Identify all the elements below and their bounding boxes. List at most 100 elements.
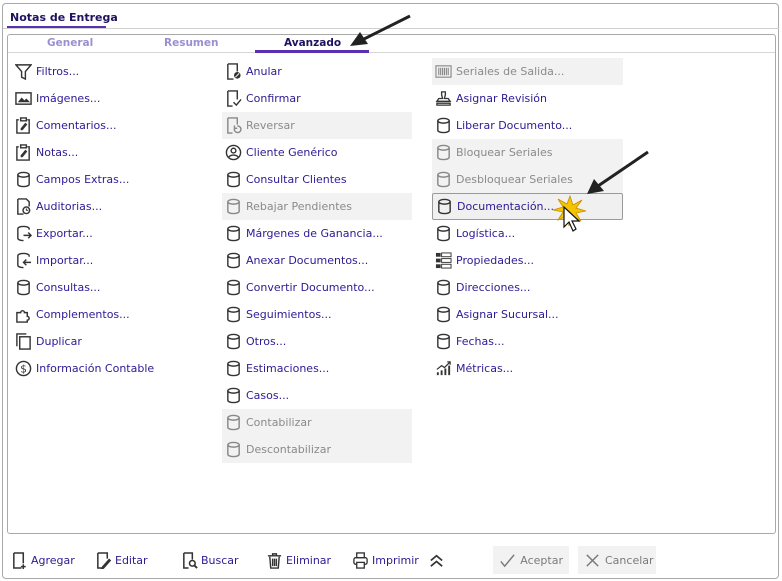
menu-item-logística[interactable]: Logística... bbox=[432, 220, 623, 247]
database-icon bbox=[14, 279, 32, 297]
menu-item-exportar[interactable]: Exportar... bbox=[12, 220, 202, 247]
collapse-toolbar-button[interactable] bbox=[427, 547, 448, 573]
window-title: Notas de Entrega bbox=[10, 11, 118, 24]
menu-item-liberar-documento[interactable]: Liberar Documento... bbox=[432, 112, 623, 139]
menu-item-comentarios[interactable]: Comentarios... bbox=[12, 112, 202, 139]
tab-avanzado[interactable]: Avanzado bbox=[284, 37, 341, 49]
menu-item-label: Fechas... bbox=[456, 335, 505, 348]
menu-item-label: Métricas... bbox=[456, 362, 514, 375]
export-icon bbox=[14, 225, 32, 243]
aceptar-button[interactable]: Aceptar bbox=[493, 546, 569, 574]
aceptar-label: Aceptar bbox=[520, 553, 563, 567]
menu-item-imágenes[interactable]: Imágenes... bbox=[12, 85, 202, 112]
menu-item-seguimientos[interactable]: Seguimientos... bbox=[222, 301, 412, 328]
barcode-icon bbox=[434, 63, 452, 81]
menu-item-cliente-genérico[interactable]: Cliente Genérico bbox=[222, 139, 412, 166]
menu-item-label: Notas... bbox=[36, 146, 79, 159]
eliminar-label: Eliminar bbox=[286, 553, 332, 567]
agregar-label: Agregar bbox=[31, 553, 75, 567]
menu-item-fechas[interactable]: Fechas... bbox=[432, 328, 623, 355]
menu-item-label: Descontabilizar bbox=[246, 443, 331, 456]
menu-item-label: Exportar... bbox=[36, 227, 93, 240]
menu-item-convertir-documento[interactable]: Convertir Documento... bbox=[222, 274, 412, 301]
database-icon bbox=[434, 333, 452, 351]
menu-item-label: Anexar Documentos... bbox=[246, 254, 369, 267]
menu-item-label: Comentarios... bbox=[36, 119, 117, 132]
agregar-button[interactable]: Agregar bbox=[10, 547, 75, 573]
menu-item-label: Seguimientos... bbox=[246, 308, 332, 321]
database-icon bbox=[224, 252, 242, 270]
menu-item-consultas[interactable]: Consultas... bbox=[12, 274, 202, 301]
editar-button[interactable]: Editar bbox=[94, 547, 148, 573]
imprimir-button[interactable]: Imprimir bbox=[351, 547, 419, 573]
menu-item-duplicar[interactable]: Duplicar bbox=[12, 328, 202, 355]
menu-item-asignar-revisión[interactable]: Asignar Revisión bbox=[432, 85, 623, 112]
menu-item-asignar-sucursal[interactable]: Asignar Sucursal... bbox=[432, 301, 623, 328]
imprimir-label: Imprimir bbox=[372, 553, 419, 567]
menu-item-label: Importar... bbox=[36, 254, 94, 267]
cancelar-label: Cancelar bbox=[605, 553, 654, 567]
menu-item-importar[interactable]: Importar... bbox=[12, 247, 202, 274]
menu-item-filtros[interactable]: Filtros... bbox=[12, 58, 202, 85]
menu-item-label: Duplicar bbox=[36, 335, 82, 348]
menu-item-seriales-de-salida: Seriales de Salida... bbox=[432, 58, 623, 85]
menu-item-direcciones[interactable]: Direcciones... bbox=[432, 274, 623, 301]
divider bbox=[3, 28, 779, 29]
menu-item-reversar: Reversar bbox=[222, 112, 412, 139]
database-icon bbox=[224, 360, 242, 378]
menu-item-label: Propiedades... bbox=[456, 254, 534, 267]
cancelar-button[interactable]: Cancelar bbox=[578, 546, 656, 574]
menu-item-rebajar-pendientes: Rebajar Pendientes bbox=[222, 193, 412, 220]
menu-item-label: Márgenes de Ganancia... bbox=[246, 227, 383, 240]
menu-item-casos[interactable]: Casos... bbox=[222, 382, 412, 409]
menu-item-label: Convertir Documento... bbox=[246, 281, 375, 294]
menu-item-consultar-clientes[interactable]: Consultar Clientes bbox=[222, 166, 412, 193]
menu-item-label: Consultas... bbox=[36, 281, 101, 294]
filter-icon bbox=[14, 63, 32, 81]
menu-item-campos-extras[interactable]: Campos Extras... bbox=[12, 166, 202, 193]
menu-item-estimaciones[interactable]: Estimaciones... bbox=[222, 355, 412, 382]
menu-item-notas[interactable]: Notas... bbox=[12, 139, 202, 166]
database-icon bbox=[224, 306, 242, 324]
database-icon bbox=[224, 333, 242, 351]
active-tab-indicator bbox=[255, 50, 369, 53]
menu-item-label: Contabilizar bbox=[246, 416, 312, 429]
menu-item-anular[interactable]: Anular bbox=[222, 58, 412, 85]
stamp-icon bbox=[434, 90, 452, 108]
menu-item-complementos[interactable]: Complementos... bbox=[12, 301, 202, 328]
database-icon bbox=[435, 198, 453, 216]
menu-item-confirmar[interactable]: Confirmar bbox=[222, 85, 412, 112]
tab-resumen[interactable]: Resumen bbox=[164, 37, 218, 49]
database-icon bbox=[224, 414, 242, 432]
menu-item-métricas[interactable]: Métricas... bbox=[432, 355, 623, 382]
import-icon bbox=[14, 252, 32, 270]
database-icon bbox=[434, 144, 452, 162]
svg-text:$: $ bbox=[20, 363, 27, 375]
menu-item-auditorias[interactable]: Auditorias... bbox=[12, 193, 202, 220]
database-icon bbox=[224, 225, 242, 243]
menu-item-información-contable[interactable]: $ Información Contable bbox=[12, 355, 202, 382]
editar-label: Editar bbox=[115, 553, 148, 567]
check-icon bbox=[499, 551, 516, 569]
buscar-label: Buscar bbox=[201, 553, 239, 567]
menu-item-márgenes-de-ganancia[interactable]: Márgenes de Ganancia... bbox=[222, 220, 412, 247]
document-check-icon bbox=[224, 90, 242, 108]
menu-item-label: Imágenes... bbox=[36, 92, 101, 105]
menu-item-anexar-documentos[interactable]: Anexar Documentos... bbox=[222, 247, 412, 274]
search-document-icon bbox=[180, 551, 198, 569]
menu-item-propiedades[interactable]: Propiedades... bbox=[432, 247, 623, 274]
add-document-icon bbox=[10, 551, 28, 569]
menu-item-documentación[interactable]: Documentación... bbox=[432, 193, 623, 220]
eliminar-button[interactable]: Eliminar bbox=[265, 547, 331, 573]
tab-general[interactable]: General bbox=[47, 37, 93, 49]
document-cancel-icon bbox=[224, 63, 242, 81]
menu-item-label: Documentación... bbox=[457, 200, 555, 213]
database-icon bbox=[434, 279, 452, 297]
menu-item-label: Información Contable bbox=[36, 362, 155, 375]
edit-document-icon bbox=[94, 551, 112, 569]
menu-item-label: Confirmar bbox=[246, 92, 301, 105]
menu-item-descontabilizar: Descontabilizar bbox=[222, 436, 412, 463]
buscar-button[interactable]: Buscar bbox=[180, 547, 239, 573]
menu-item-label: Anular bbox=[246, 65, 282, 78]
menu-item-otros[interactable]: Otros... bbox=[222, 328, 412, 355]
